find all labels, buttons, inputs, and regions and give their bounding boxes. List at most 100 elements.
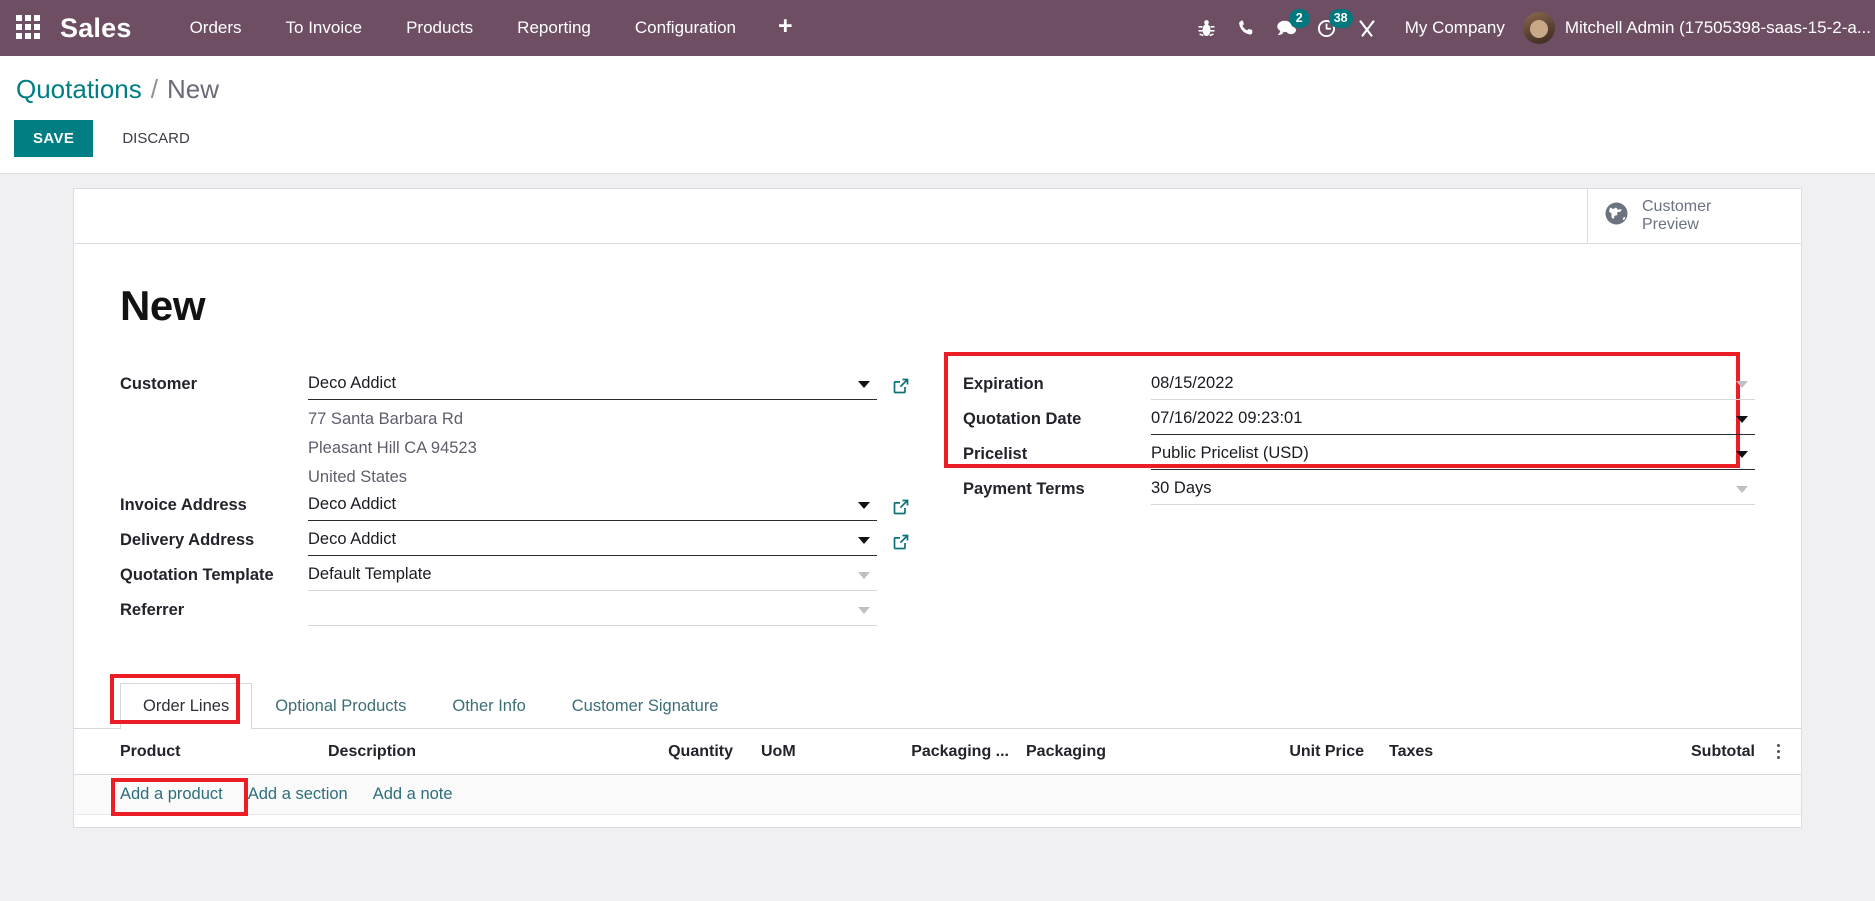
address-line-1: 77 Santa Barbara Rd [308, 410, 464, 428]
add-product-wrapper: Add a product [111, 778, 248, 817]
notebook-tabs: Order Lines Optional Products Other Info… [74, 674, 1801, 730]
label-quotation-date: Quotation Date [963, 410, 1082, 428]
field-row-pricelist: Pricelist Public Pricelist (USD) [963, 440, 1755, 475]
column-header-packaging-qty: Packaging ... [911, 742, 1009, 760]
chevron-down-icon[interactable] [1736, 486, 1748, 493]
record-action-buttons: SAVE DISCARD [0, 105, 1875, 173]
tab-customer-signature[interactable]: Customer Signature [549, 683, 742, 729]
bug-icon[interactable] [1187, 0, 1227, 56]
order-lines-table: Product Description Quantity UoM Packagi… [74, 729, 1801, 817]
field-row-delivery-address: Delivery Address Deco Addict [120, 526, 910, 561]
customer-preview-line-2: Preview [1642, 216, 1699, 233]
column-header-unit-price: Unit Price [1289, 742, 1364, 760]
customer-external-link-icon[interactable] [892, 375, 910, 395]
payment-terms-input[interactable]: 30 Days [1151, 475, 1755, 505]
address-line-3: United States [308, 467, 408, 486]
chevron-down-icon[interactable] [858, 502, 870, 510]
user-menu[interactable]: Mitchell Admin (17505398-saas-15-2-a... [1522, 12, 1875, 44]
order-lines-header-row: Product Description Quantity UoM Packagi… [74, 729, 1801, 776]
save-button[interactable]: SAVE [14, 120, 94, 157]
customer-input[interactable]: Deco Addict [308, 370, 877, 400]
navbar-right-zone: 2 38 My Company Mitchell Admin (17505398… [1187, 0, 1875, 56]
referrer-input[interactable] [308, 596, 877, 627]
chevron-down-icon[interactable] [858, 381, 870, 388]
breadcrumb-quotations[interactable]: Quotations [16, 74, 142, 105]
label-referrer: Referrer [120, 601, 185, 620]
quotation-template-input[interactable]: Default Template [308, 561, 877, 592]
customer-preview-label: Customer Preview [1642, 198, 1711, 235]
column-header-product: Product [120, 742, 181, 760]
field-row-quotation-date: Quotation Date 07/16/2022 09:23:01 [963, 405, 1755, 440]
menu-item-orders[interactable]: Orders [168, 1, 264, 55]
discard-button[interactable]: DISCARD [104, 120, 208, 157]
menu-item-configuration[interactable]: Configuration [613, 1, 758, 55]
delivery-address-input[interactable]: Deco Addict [308, 526, 877, 557]
apps-grid-icon[interactable] [16, 15, 42, 41]
expiration-input[interactable]: 08/15/2022 [1151, 370, 1755, 400]
menu-item-to-invoice[interactable]: To Invoice [264, 1, 385, 55]
page-title: New [120, 282, 206, 329]
column-header-packaging: Packaging [1026, 742, 1107, 760]
globe-icon [1604, 201, 1629, 231]
tab-optional-products[interactable]: Optional Products [252, 683, 429, 729]
vertical-dots-icon [1776, 744, 1780, 760]
column-options-toggle[interactable] [1755, 744, 1801, 760]
field-row-payment-terms: Payment Terms 30 Days [963, 475, 1755, 510]
menu-item-reporting[interactable]: Reporting [495, 1, 613, 55]
main-menu: Orders To Invoice Products Reporting Con… [168, 1, 813, 55]
chevron-down-icon[interactable] [858, 572, 870, 580]
chevron-down-icon[interactable] [1736, 451, 1748, 458]
tab-order-lines-wrapper: Order Lines [110, 674, 253, 730]
quotation-template-value: Default Template [308, 565, 432, 584]
breadcrumb: Quotations / New [0, 74, 1875, 105]
label-quotation-template: Quotation Template [120, 566, 274, 585]
label-customer: Customer [120, 375, 198, 393]
customer-preview-line-1: Customer [1642, 197, 1712, 215]
delivery-address-external-link-icon[interactable] [892, 531, 910, 551]
menu-item-products[interactable]: Products [384, 1, 495, 55]
add-a-section-link[interactable]: Add a section [248, 785, 348, 804]
messages-icon[interactable]: 2 [1267, 0, 1310, 56]
sheet-body: New Customer Deco Addict 77 Santa Barbar… [74, 244, 1801, 631]
form-column-right: Expiration 08/15/2022 Quotation Date 07/… [910, 352, 1755, 631]
form-column-left: Customer Deco Addict 77 Santa Barbara Rd… [120, 370, 910, 631]
column-header-description: Description [328, 742, 417, 760]
tab-order-lines[interactable]: Order Lines [120, 683, 253, 730]
tab-other-info[interactable]: Other Info [429, 683, 548, 729]
form-grid: Customer Deco Addict 77 Santa Barbara Rd… [120, 352, 1755, 631]
field-row-invoice-address: Invoice Address Deco Addict [120, 491, 910, 526]
avatar [1522, 12, 1555, 44]
company-switcher[interactable]: My Company [1387, 18, 1523, 38]
pricelist-input[interactable]: Public Pricelist (USD) [1151, 440, 1755, 470]
field-row-expiration: Expiration 08/15/2022 [963, 370, 1755, 405]
column-header-taxes: Taxes [1389, 742, 1434, 760]
customer-value: Deco Addict [308, 374, 397, 392]
delivery-address-value: Deco Addict [308, 530, 397, 549]
invoice-address-input[interactable]: Deco Addict [308, 491, 877, 522]
label-invoice-address: Invoice Address [120, 496, 247, 515]
chevron-down-icon[interactable] [1736, 416, 1748, 423]
chevron-down-icon[interactable] [1736, 381, 1748, 388]
add-a-note-link[interactable]: Add a note [373, 785, 453, 804]
notebook: Order Lines Optional Products Other Info… [74, 674, 1801, 817]
activities-clock-icon[interactable]: 38 [1307, 0, 1353, 56]
phone-icon[interactable] [1227, 0, 1267, 56]
customer-address-block: 77 Santa Barbara Rd Pleasant Hill CA 945… [308, 405, 910, 491]
app-brand-sales[interactable]: Sales [60, 13, 132, 44]
invoice-address-external-link-icon[interactable] [892, 496, 910, 516]
add-a-product-link[interactable]: Add a product [120, 785, 223, 803]
form-sheet: Customer Preview New Customer Deco Addic… [73, 188, 1802, 828]
quotation-date-value: 07/16/2022 09:23:01 [1151, 409, 1303, 427]
chevron-down-icon[interactable] [858, 607, 870, 615]
label-expiration: Expiration [963, 375, 1044, 393]
field-row-customer: Customer Deco Addict [120, 370, 910, 405]
tools-icon[interactable] [1347, 0, 1387, 56]
column-header-uom: UoM [761, 742, 796, 760]
customer-preview-button[interactable]: Customer Preview [1587, 189, 1801, 243]
user-name-label: Mitchell Admin (17505398-saas-15-2-a... [1564, 18, 1871, 37]
add-menu-plus-icon[interactable]: + [758, 6, 813, 51]
pricelist-value: Public Pricelist (USD) [1151, 444, 1309, 462]
payment-terms-value: 30 Days [1151, 479, 1212, 497]
quotation-date-input[interactable]: 07/16/2022 09:23:01 [1151, 405, 1755, 435]
chevron-down-icon[interactable] [858, 537, 870, 545]
